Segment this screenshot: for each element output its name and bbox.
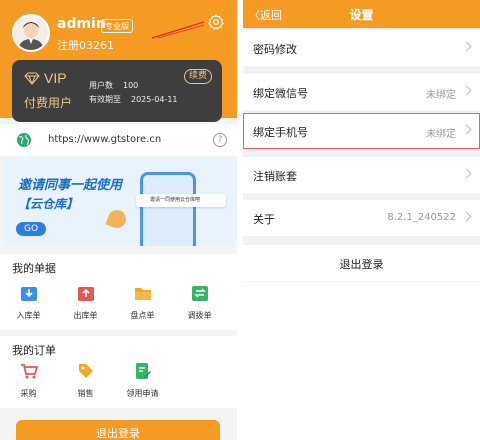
settings-row-about[interactable]: 关于 8.2.1_240522	[243, 200, 480, 236]
annotation-arrow	[151, 21, 205, 39]
settings-row-cancel-account[interactable]: 注销账套	[243, 157, 480, 193]
tile-transfer[interactable]: 调拨单	[171, 284, 228, 321]
chevron-right-icon	[461, 124, 472, 135]
banner-subtitle: 【云仓库】	[18, 197, 79, 211]
tile-inbound[interactable]: 入库单	[0, 284, 57, 321]
invite-banner[interactable]: 邀请同事一起使用 【云仓库】 GO 邀请一同使用云仓库吧	[4, 158, 237, 246]
edit-doc-icon	[135, 363, 151, 379]
chevron-right-icon	[461, 211, 472, 222]
version-value: 8.2.1_240522	[387, 212, 456, 223]
tile-stocktake[interactable]: 盘点单	[114, 284, 171, 321]
tag-icon	[78, 364, 93, 378]
settings-logout-button[interactable]: 退出登录	[243, 245, 480, 281]
expiry-date: 有效期至 2025-04-11	[89, 95, 178, 104]
status-value: 未绑定	[426, 90, 456, 101]
transfer-icon	[191, 286, 208, 301]
settings-screen: 〈返回 设置 密码修改 绑定微信号 未绑定 绑定手机号 未绑定 注销账套 关于 …	[243, 0, 480, 440]
settings-row-bind-wechat[interactable]: 绑定微信号 未绑定	[243, 74, 480, 110]
profile-screen: admin 专业版 注册03261 VIP 付费用户 用户数 100 有效期至 20…	[0, 0, 237, 440]
tile-sales[interactable]: 销售	[57, 362, 114, 399]
my-documents-section: 我的单据 入库单 出库单 盘点单 调拨单	[0, 254, 237, 330]
vip-subtitle: 付费用户	[24, 96, 73, 110]
username: admin	[57, 16, 106, 32]
section-title: 我的订单	[12, 344, 56, 357]
edition-badge: 专业版	[101, 19, 133, 33]
inbound-icon	[20, 287, 37, 301]
settings-header: 〈返回 设置	[243, 0, 480, 28]
registration-number: 注册03261	[57, 39, 114, 52]
my-orders-section: 我的订单 采购 销售 领用申请	[0, 336, 237, 408]
banner-go-button[interactable]: GO	[16, 222, 46, 236]
avatar-illustration	[14, 16, 48, 50]
section-title: 我的单据	[12, 262, 56, 275]
logout-button[interactable]: 退出登录	[16, 420, 220, 440]
pointer-illustration	[105, 207, 129, 231]
folder-icon	[134, 288, 151, 300]
settings-row-change-password[interactable]: 密码修改	[243, 30, 480, 66]
renew-button[interactable]: 续费	[183, 69, 212, 84]
phone-illustration	[140, 172, 196, 246]
status-value: 未绑定	[426, 129, 456, 140]
settings-gear-icon[interactable]	[207, 13, 225, 31]
banner-tip: 邀请一同使用云仓库吧	[136, 194, 226, 207]
settings-row-bind-phone[interactable]: 绑定手机号 未绑定	[243, 113, 480, 149]
chevron-right-icon	[461, 41, 472, 52]
avatar[interactable]	[12, 14, 50, 52]
chevron-right-icon	[461, 168, 472, 179]
vip-title: VIP	[44, 70, 67, 86]
tile-outbound[interactable]: 出库单	[57, 284, 114, 321]
website-url: https://www.gtstore.cn	[48, 134, 162, 145]
banner-title: 邀请同事一起使用	[18, 178, 123, 193]
chevron-right-icon	[461, 85, 472, 96]
tile-purchase[interactable]: 采购	[0, 362, 57, 399]
vip-card[interactable]: VIP 付费用户 用户数 100 有效期至 2025-04-11 续费	[12, 60, 222, 122]
cart-icon	[20, 364, 38, 379]
outbound-icon	[77, 287, 94, 301]
help-icon[interactable]: ?	[213, 133, 227, 147]
diamond-icon	[24, 72, 40, 85]
user-count: 用户数 100	[89, 81, 139, 90]
website-row[interactable]: https://www.gtstore.cn ?	[0, 124, 237, 156]
globe-icon	[17, 133, 31, 147]
tile-requisition[interactable]: 领用申请	[114, 362, 171, 399]
page-title: 设置	[349, 8, 374, 22]
empty-area	[243, 282, 480, 440]
